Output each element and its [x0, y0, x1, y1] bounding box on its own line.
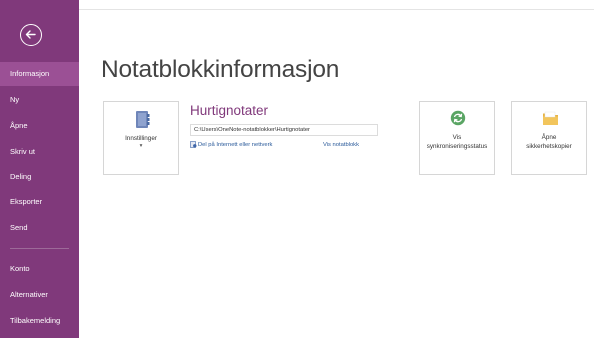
- sidebar-item-ny[interactable]: Ny: [0, 88, 79, 112]
- sidebar-item-deling[interactable]: Deling: [0, 165, 79, 189]
- share-notebook-icon: [190, 141, 197, 148]
- backstage-sidebar: Informasjon Ny Åpne Skriv ut Deling Eksp…: [0, 0, 79, 338]
- chevron-down-icon: ▾: [139, 143, 143, 149]
- sidebar-item-skriv-ut[interactable]: Skriv ut: [0, 140, 79, 164]
- backups-label-line2: sikkerhetskopier: [526, 143, 572, 150]
- sidebar-divider: [10, 248, 69, 249]
- sidebar-item-informasjon[interactable]: Informasjon: [0, 62, 79, 86]
- top-divider: [79, 9, 594, 10]
- sidebar-item-send[interactable]: Send: [0, 216, 79, 240]
- sidebar-item-tilbakemelding[interactable]: Tilbakemelding: [0, 309, 79, 333]
- view-sync-status-button[interactable]: Vis synkroniseringsstatus: [419, 101, 495, 175]
- share-link[interactable]: Del på Internett eller nettverk: [190, 141, 272, 149]
- sidebar-item-apne[interactable]: Åpne: [0, 114, 79, 138]
- sidebar-item-konto[interactable]: Konto: [0, 257, 79, 281]
- notebook-name: Hurtignotater: [190, 103, 269, 118]
- sidebar-item-alternativer[interactable]: Alternativer: [0, 283, 79, 307]
- back-arrow-icon: [25, 30, 36, 39]
- notebook-path-field[interactable]: C:\Users\OneNote-notatblokker\Hurtignota…: [190, 124, 378, 136]
- settings-button[interactable]: Innstillinger ▾: [103, 101, 179, 175]
- sync-label-line2: synkroniseringsstatus: [426, 143, 488, 150]
- sidebar-item-eksporter[interactable]: Eksporter: [0, 190, 79, 214]
- notebook-settings-icon: [136, 111, 150, 128]
- open-backups-button[interactable]: Åpne sikkerhetskopier: [511, 101, 587, 175]
- view-notebook-link[interactable]: Vis notatblokk: [323, 141, 359, 149]
- backups-label-line1: Åpne: [541, 134, 557, 141]
- back-button[interactable]: [20, 24, 42, 46]
- main-content: Notatblokkinformasjon Innstillinger ▾ Hu…: [79, 0, 594, 338]
- folder-icon: [543, 111, 558, 125]
- page-title: Notatblokkinformasjon: [101, 56, 340, 83]
- sync-label-line1: Vis: [452, 134, 462, 141]
- sync-icon: [450, 110, 466, 126]
- share-link-label: Del på Internett eller nettverk: [198, 142, 273, 149]
